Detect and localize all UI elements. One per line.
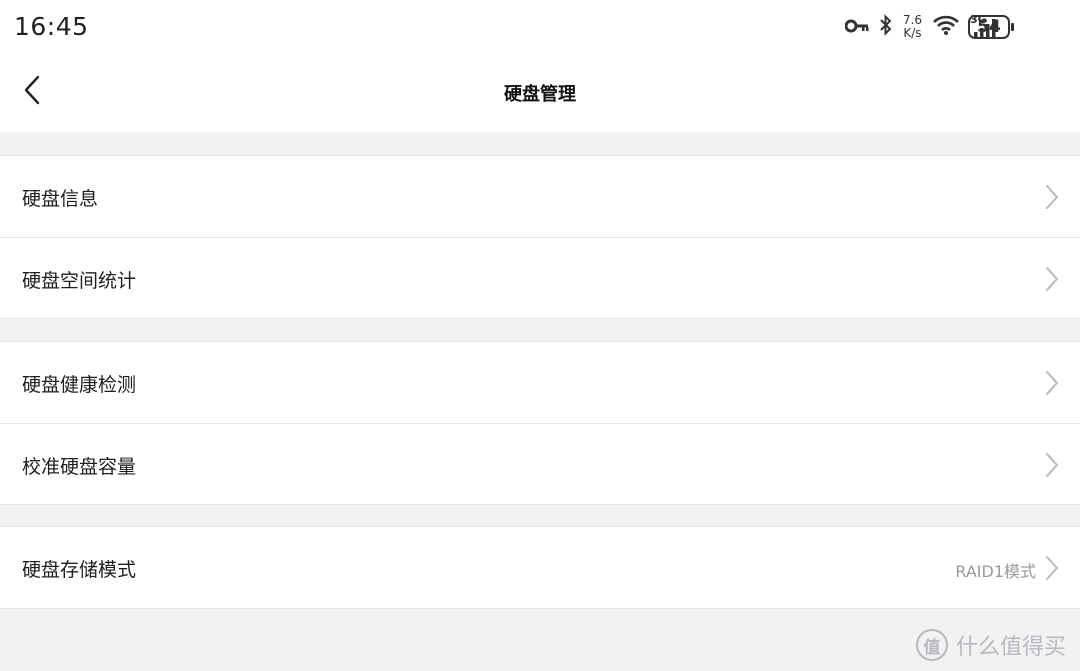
- key-icon: [844, 18, 869, 37]
- chevron-right-icon: [1044, 265, 1060, 293]
- row-label: 硬盘存储模式: [22, 559, 137, 581]
- chevron-right-icon: [1044, 451, 1060, 479]
- row-disk-health-check[interactable]: 硬盘健康检测: [0, 342, 1080, 423]
- header: 硬盘管理: [0, 54, 1080, 132]
- battery-level: 54: [977, 17, 1001, 37]
- net-speed-unit: K/s: [903, 26, 922, 40]
- watermark-text: 什么值得买: [955, 635, 1066, 660]
- status-bar: 16:45 7.6 K/s 3G 54: [0, 0, 1080, 54]
- row-label: 硬盘信息: [22, 188, 99, 210]
- settings-group-3: 硬盘存储模式 RAID1模式: [0, 526, 1080, 609]
- row-label: 校准硬盘容量: [22, 456, 137, 478]
- row-calibrate-disk-capacity[interactable]: 校准硬盘容量: [0, 423, 1080, 504]
- settings-group-2: 硬盘健康检测 校准硬盘容量: [0, 341, 1080, 505]
- chevron-right-icon: [1044, 369, 1060, 397]
- row-label: 硬盘空间统计: [22, 270, 137, 292]
- watermark: 值 什么值得买: [915, 629, 1066, 661]
- row-disk-storage-mode[interactable]: 硬盘存储模式 RAID1模式: [0, 527, 1080, 608]
- wifi-icon: [932, 14, 960, 40]
- settings-group-1: 硬盘信息 硬盘空间统计: [0, 155, 1080, 319]
- chevron-right-icon: [1044, 554, 1060, 582]
- page-title: 硬盘管理: [504, 84, 576, 105]
- storage-mode-value: RAID1模式: [955, 562, 1036, 581]
- row-label: 硬盘健康检测: [22, 374, 137, 396]
- row-disk-space-stats[interactable]: 硬盘空间统计: [0, 237, 1080, 318]
- watermark-logo: 值: [915, 629, 948, 661]
- bluetooth-icon: [879, 14, 893, 40]
- chevron-right-icon: [1044, 183, 1060, 211]
- status-time: 16:45: [14, 12, 89, 41]
- battery-indicator: 54: [968, 15, 1014, 39]
- row-disk-info[interactable]: 硬盘信息: [0, 156, 1080, 237]
- net-speed: 7.6 K/s: [903, 14, 922, 40]
